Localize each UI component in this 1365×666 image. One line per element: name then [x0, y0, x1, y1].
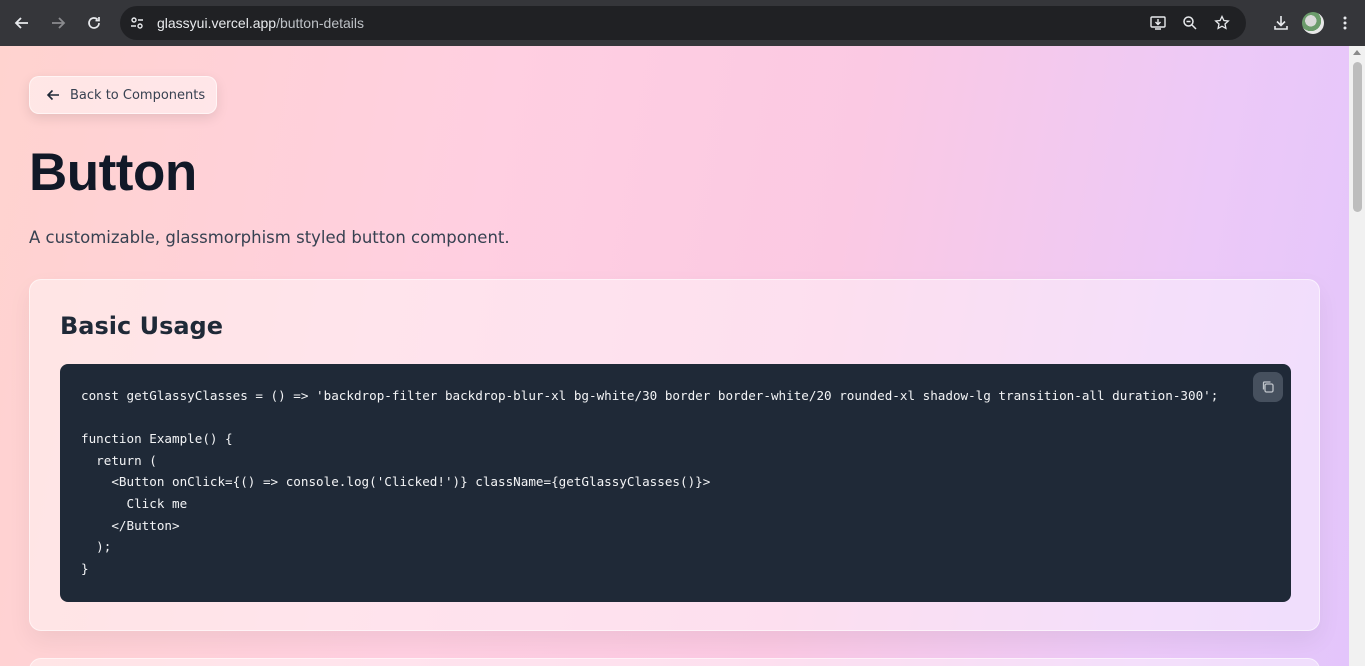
browser-menu-icon[interactable] [1331, 9, 1359, 37]
scroll-up-arrow-icon[interactable] [1353, 50, 1361, 55]
reload-button[interactable] [76, 5, 112, 41]
code-line: return ( [81, 452, 157, 468]
back-to-components-button[interactable]: Back to Components [29, 76, 217, 114]
site-info-icon[interactable] [123, 9, 151, 37]
code-content: const getGlassyClasses = () => 'backdrop… [81, 385, 1218, 579]
url-text: glassyui.vercel.app/button-details [157, 15, 364, 31]
arrow-right-icon [52, 17, 66, 29]
browser-toolbar: glassyui.vercel.app/button-details [0, 0, 1365, 46]
basic-usage-card: Basic Usage const getGlassyClasses = () … [29, 279, 1320, 631]
zoom-icon[interactable] [1176, 9, 1204, 37]
next-section-card [29, 658, 1320, 666]
forward-nav-button[interactable] [40, 5, 76, 41]
back-nav-button[interactable] [4, 5, 40, 41]
code-line: const getGlassyClasses = () => 'backdrop… [81, 388, 1219, 403]
page-viewport: Back to Components Button A customizable… [0, 46, 1349, 666]
reload-icon [88, 17, 100, 29]
code-line: </Button> [81, 517, 180, 533]
back-button-label: Back to Components [70, 87, 206, 103]
code-line: ); [81, 539, 112, 555]
avatar [1302, 12, 1324, 34]
url-domain: glassyui.vercel.app [157, 15, 277, 31]
profile-avatar[interactable] [1299, 9, 1327, 37]
code-line: } [81, 560, 89, 576]
code-line: function Example() { [81, 431, 233, 447]
copy-code-button[interactable] [1253, 372, 1283, 402]
page-title: Button [29, 143, 197, 202]
code-line: <Button onClick={() => console.log('Clic… [81, 474, 711, 490]
arrow-left-icon [46, 89, 59, 101]
code-line: Click me [81, 495, 188, 511]
page-subtitle: A customizable, glassmorphism styled but… [29, 228, 510, 247]
section-heading: Basic Usage [60, 312, 224, 340]
downloads-icon[interactable] [1267, 9, 1295, 37]
page-scrollbar[interactable] [1349, 46, 1365, 666]
address-bar[interactable]: glassyui.vercel.app/button-details [120, 6, 1246, 40]
scroll-thumb[interactable] [1353, 62, 1362, 212]
bookmark-star-icon[interactable] [1208, 9, 1236, 37]
copy-icon [1262, 381, 1274, 393]
url-path: /button-details [276, 15, 365, 31]
install-app-icon[interactable] [1144, 9, 1172, 37]
code-block: const getGlassyClasses = () => 'backdrop… [60, 364, 1291, 602]
arrow-left-icon [14, 17, 28, 29]
